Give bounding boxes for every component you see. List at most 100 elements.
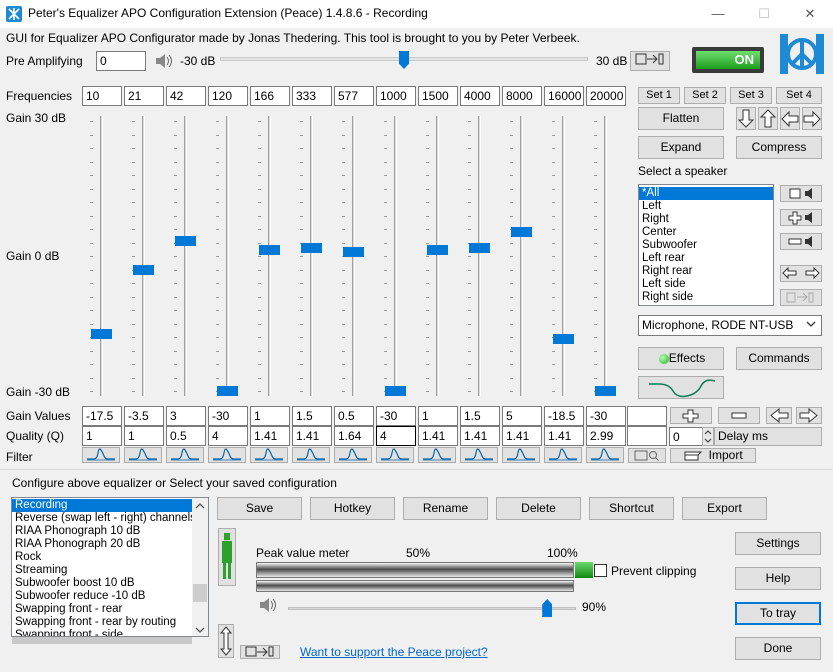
gain-slider-thumb[interactable] (91, 329, 112, 340)
config-item[interactable]: Recording (12, 499, 192, 512)
import-button[interactable]: Import (670, 448, 756, 463)
gain-slider-thumb[interactable] (553, 333, 574, 344)
extra-quality-input[interactable] (627, 426, 667, 446)
config-item[interactable]: Streaming (12, 564, 192, 577)
expand-button[interactable]: Expand (638, 136, 724, 159)
quality-input[interactable]: 1.41 (544, 426, 584, 446)
config-list[interactable]: Recording Reverse (swap left - right) cha… (11, 497, 209, 637)
extra-gain-input[interactable] (627, 406, 667, 426)
filter-type-button[interactable] (502, 447, 540, 463)
speaker-icon[interactable] (154, 51, 174, 71)
config-item[interactable]: Reverse (swap left - right) channels (12, 512, 196, 525)
filter-type-button[interactable] (124, 447, 162, 463)
maximize-button[interactable]: ☐ (741, 0, 787, 28)
save-button[interactable]: Save (217, 497, 302, 520)
gain-value-input[interactable]: -30 (586, 406, 626, 426)
quality-input[interactable]: 1.64 (334, 426, 374, 446)
gain-slider-track[interactable] (604, 116, 607, 396)
preamp-slider-thumb[interactable] (399, 51, 409, 69)
config-item[interactable]: RIAA Phonograph 10 dB (12, 525, 192, 538)
close-button[interactable]: ✕ (787, 0, 833, 28)
gain-slider-track[interactable] (394, 116, 397, 396)
frequency-input[interactable]: 1000 (376, 86, 416, 106)
quality-input[interactable]: 1.41 (418, 426, 458, 446)
settings-button[interactable]: Settings (735, 532, 821, 555)
gain-slider-track[interactable] (268, 116, 271, 396)
preamp-input[interactable]: 0 (96, 51, 146, 71)
filter-type-button[interactable] (586, 447, 624, 463)
gain-value-input[interactable]: 1 (250, 406, 290, 426)
delay-spinner[interactable] (702, 427, 714, 446)
effects-button[interactable]: Effects (638, 347, 724, 370)
gain-slider-track[interactable] (310, 116, 313, 396)
scroll-thumb[interactable] (193, 584, 207, 602)
filter-type-button[interactable] (208, 447, 246, 463)
support-link[interactable]: Want to support the Peace project? (300, 645, 488, 659)
band-right-button[interactable] (796, 407, 822, 424)
frequency-input[interactable]: 16000 (544, 86, 584, 106)
graph-button[interactable] (638, 376, 724, 399)
commands-button[interactable]: Commands (736, 347, 822, 370)
quality-input[interactable]: 1.41 (460, 426, 500, 446)
gain-slider-track[interactable] (142, 116, 145, 396)
config-item[interactable]: Swapping front - rear (12, 603, 192, 616)
shift-up-button[interactable] (758, 107, 778, 130)
frequency-input[interactable]: 1500 (418, 86, 458, 106)
filter-type-button[interactable] (544, 447, 582, 463)
gain-slider-thumb[interactable] (175, 235, 196, 246)
set-4-button[interactable]: Set 4 (776, 87, 822, 104)
speaker-route-button[interactable] (780, 289, 822, 306)
volume-slider-thumb[interactable] (542, 599, 553, 617)
volume-icon[interactable] (258, 595, 280, 615)
shift-right-button[interactable] (802, 107, 822, 130)
shortcut-button[interactable]: Shortcut (589, 497, 674, 520)
compress-button[interactable]: Compress (736, 136, 822, 159)
config-list-scrollbar[interactable] (192, 498, 208, 636)
gain-value-input[interactable]: -17.5 (82, 406, 122, 426)
gain-slider-track[interactable] (184, 116, 187, 396)
filter-type-button[interactable] (460, 447, 498, 463)
gain-slider-thumb[interactable] (217, 386, 238, 396)
quality-input[interactable]: 1 (124, 426, 164, 446)
gain-slider-thumb[interactable] (385, 386, 406, 396)
gain-slider-thumb[interactable] (301, 242, 322, 253)
scroll-down-arrow-icon[interactable] (195, 624, 205, 636)
filter-type-button[interactable] (292, 447, 330, 463)
delay-input[interactable]: 0 (669, 427, 703, 446)
speaker-add-button[interactable] (780, 209, 822, 226)
resize-vertical-button[interactable] (218, 624, 234, 658)
scroll-up-arrow-icon[interactable] (195, 500, 205, 514)
gain-slider-thumb[interactable] (427, 244, 448, 255)
export-button[interactable]: Export (682, 497, 767, 520)
filter-preview-button[interactable] (628, 448, 666, 463)
prevent-clipping-label[interactable]: Prevent clipping (611, 564, 696, 578)
config-item[interactable]: Subwoofer boost 10 dB (12, 577, 192, 590)
device-select[interactable]: Microphone, RODE NT-USB (638, 315, 822, 336)
gain-value-input[interactable]: 1.5 (460, 406, 500, 426)
done-button[interactable]: Done (735, 637, 821, 660)
filter-type-button[interactable] (166, 447, 204, 463)
gain-slider-thumb[interactable] (259, 244, 280, 255)
gain-value-input[interactable]: 0.5 (334, 406, 374, 426)
gain-value-input[interactable]: 3 (166, 406, 206, 426)
config-item[interactable]: Swapping front - side (12, 629, 192, 636)
quality-input[interactable]: 2.99 (586, 426, 626, 446)
frequency-input[interactable]: 4000 (460, 86, 500, 106)
volume-slider-track[interactable] (288, 607, 576, 610)
config-item[interactable]: Swapping front - rear by routing (12, 616, 192, 629)
speaker-item[interactable]: Left (639, 200, 773, 213)
speaker-item[interactable]: Left rear (639, 252, 773, 265)
minimize-button[interactable]: — (695, 0, 741, 28)
gain-slider-thumb[interactable] (133, 265, 154, 276)
speaker-swap-button[interactable] (780, 265, 822, 282)
user-figure-button[interactable] (218, 528, 236, 586)
quality-input[interactable]: 4 (376, 426, 416, 446)
gain-value-input[interactable]: -3.5 (124, 406, 164, 426)
speaker-square-button[interactable] (780, 185, 822, 202)
gain-slider-thumb[interactable] (469, 242, 490, 253)
frequency-input[interactable]: 8000 (502, 86, 542, 106)
quality-input[interactable]: 1 (82, 426, 122, 446)
add-band-button[interactable] (670, 407, 712, 424)
speaker-item[interactable]: Right side (639, 291, 773, 304)
filter-type-button[interactable] (418, 447, 456, 463)
